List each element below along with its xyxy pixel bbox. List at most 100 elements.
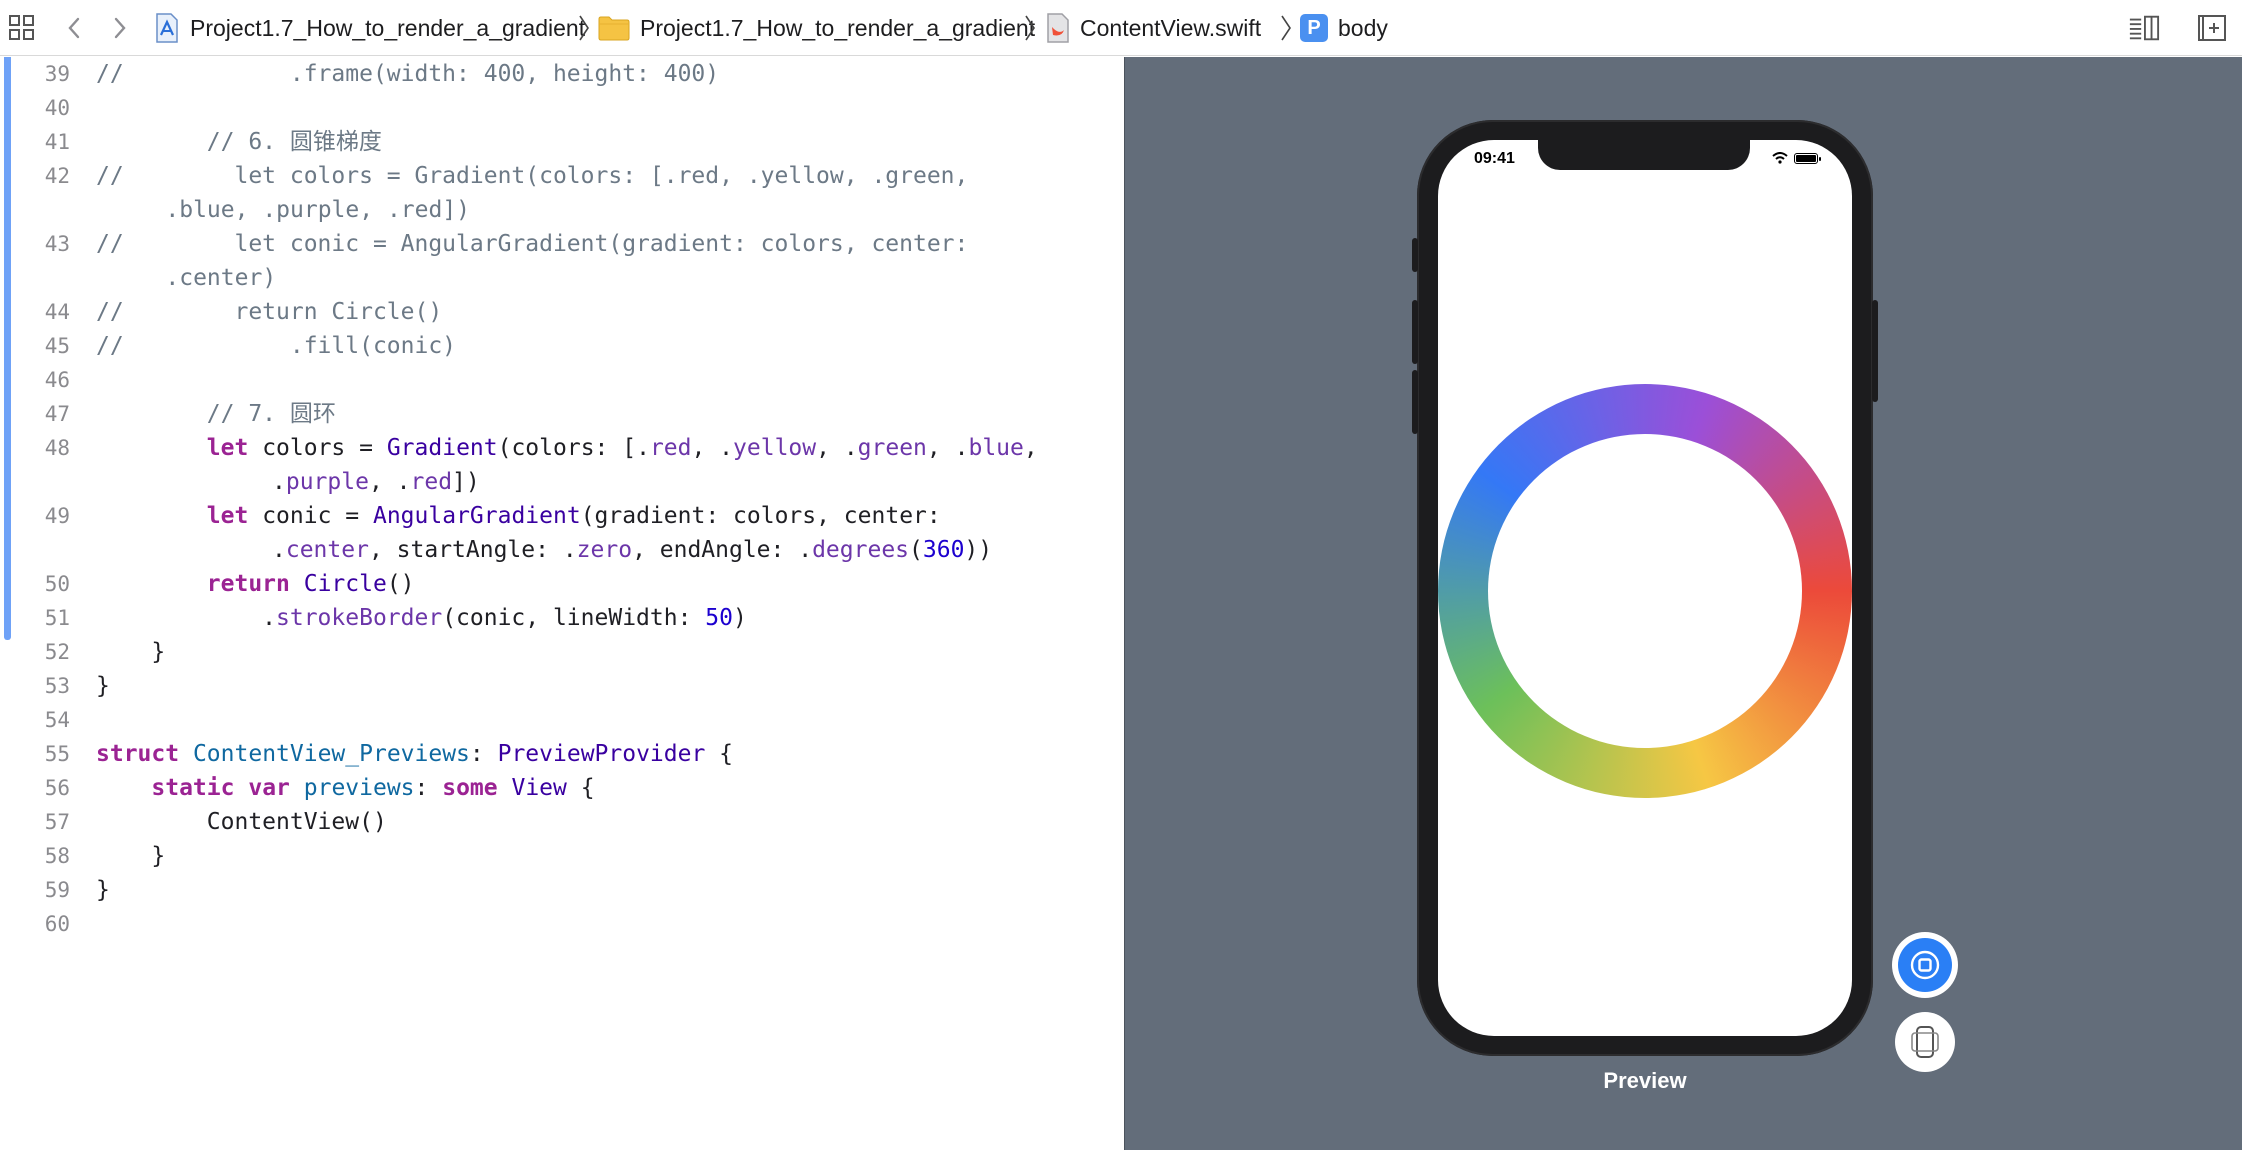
property-badge: P: [1300, 14, 1328, 42]
volume-down-button: [1412, 370, 1418, 434]
breadcrumb-folder[interactable]: Project1.7_How_to_render_a_gradient: [598, 0, 1035, 56]
code-line: 39 // .frame(width: 400, height: 400): [0, 57, 1124, 91]
code-line: 58 }: [0, 839, 1124, 873]
code-text: let colors = Gradient(colors: [.red, .ye…: [206, 435, 1038, 461]
code-line: 57 ContentView(): [0, 805, 1124, 839]
line-number: 42: [44, 164, 70, 188]
code-line: 44 // return Circle(): [0, 295, 1124, 329]
ring-hole: [1488, 434, 1802, 748]
code-line: 60: [0, 907, 1124, 941]
device-screen: 09:41: [1438, 140, 1852, 1036]
related-items-icon[interactable]: [6, 12, 38, 44]
code-line-wrap: .center): [0, 261, 1124, 295]
code-line: 43 // let conic = AngularGradient(gradien…: [0, 227, 1124, 261]
side-button: [1872, 300, 1878, 402]
line-number: 53: [44, 674, 70, 698]
notch: [1538, 140, 1750, 170]
code-line: 59}: [0, 873, 1124, 907]
code-text: return Circle(): [206, 571, 415, 597]
code-text: .center, startAngle: .zero, endAngle: .d…: [272, 537, 993, 563]
battery-icon: [1794, 152, 1821, 164]
code-text: // 7. 圆环: [96, 401, 336, 427]
line-number: 57: [44, 810, 70, 834]
editor-options-icon[interactable]: [2128, 12, 2160, 44]
status-icons: [1772, 152, 1821, 164]
line-number: 41: [44, 130, 70, 154]
code-line: 53}: [0, 669, 1124, 703]
code-text: // return Circle(): [96, 299, 443, 325]
code-text: }: [96, 877, 110, 903]
code-text: // 6. 圆锥梯度: [96, 129, 382, 155]
line-number: 50: [44, 572, 70, 596]
status-time: 09:41: [1474, 150, 1515, 167]
code-line-wrap: .center, startAngle: .zero, endAngle: .d…: [0, 533, 1124, 567]
code-line: 49 let conic = AngularGradient(gradient:…: [0, 499, 1124, 533]
line-number: 39: [44, 62, 70, 86]
line-number: 54: [44, 708, 70, 732]
add-editor-icon[interactable]: [2196, 12, 2228, 44]
chevron-right-icon: [1281, 15, 1291, 41]
code-text: .blue, .purple, .red]): [110, 197, 471, 223]
breadcrumb-folder-label: Project1.7_How_to_render_a_gradient: [640, 14, 1036, 41]
preview-label: Preview: [1603, 1068, 1687, 1093]
jump-bar: Project1.7_How_to_render_a_gradient Proj…: [0, 0, 2242, 56]
chevron-right-icon: [579, 15, 589, 41]
line-number: 43: [44, 232, 70, 256]
line-number: 40: [44, 96, 70, 120]
code-line: 42 // let colors = Gradient(colors: [.red…: [0, 159, 1124, 193]
code-text: static var previews: some View {: [151, 775, 595, 801]
code-text: struct ContentView_Previews: PreviewProv…: [96, 741, 734, 767]
code-text: .purple, .red]): [272, 469, 480, 495]
code-line: 50 return Circle(): [0, 567, 1124, 601]
code-text: // let conic = AngularGradient(gradient:…: [96, 231, 969, 257]
line-number: 59: [44, 878, 70, 902]
device-settings-button[interactable]: [1895, 1012, 1955, 1072]
live-preview-button[interactable]: [1892, 932, 1958, 998]
breadcrumb-project[interactable]: Project1.7_How_to_render_a_gradient: [154, 0, 585, 56]
code-text: }: [96, 673, 110, 699]
code-line: 55 struct ContentView_Previews: PreviewPr…: [0, 737, 1124, 771]
line-number: 49: [44, 504, 70, 528]
code-text: // .fill(conic): [96, 333, 457, 359]
breadcrumb-symbol[interactable]: P body: [1300, 0, 1388, 56]
code-line: 47 // 7. 圆环: [0, 397, 1124, 431]
forward-arrow-icon[interactable]: [104, 12, 136, 44]
code-text: let conic = AngularGradient(gradient: co…: [206, 503, 941, 529]
gradient-ring: [1438, 384, 1852, 798]
live-preview-icon: [1910, 950, 1940, 980]
breadcrumb-symbol-label: body: [1338, 14, 1388, 41]
volume-up-button: [1412, 300, 1418, 364]
xcode-project-icon: [154, 13, 180, 43]
code-line: 41 // 6. 圆锥梯度: [0, 125, 1124, 159]
code-line: 52 }: [0, 635, 1124, 669]
code-line: 48 let colors = Gradient(colors: [.red, …: [0, 431, 1124, 465]
line-number: 51: [44, 606, 70, 630]
chevron-right-icon: [1025, 15, 1035, 41]
swift-file-icon: [1046, 13, 1070, 43]
folder-icon: [598, 15, 630, 41]
line-number: 45: [44, 334, 70, 358]
breadcrumb-file[interactable]: ContentView.swift: [1046, 0, 1261, 56]
line-number: 58: [44, 844, 70, 868]
line-number: 52: [44, 640, 70, 664]
line-number: 55: [44, 742, 70, 766]
silent-switch: [1412, 238, 1418, 272]
line-number: 48: [44, 436, 70, 460]
line-number: 46: [44, 368, 70, 392]
code-text: }: [96, 639, 166, 665]
code-line: 54: [0, 703, 1124, 737]
wifi-icon: [1772, 152, 1788, 164]
code-line: 56 static var previews: some View {: [0, 771, 1124, 805]
device-icon: [1911, 1026, 1939, 1058]
code-text: // .frame(width: 400, height: 400): [96, 61, 720, 87]
code-text: }: [96, 843, 166, 869]
line-number: 56: [44, 776, 70, 800]
code-line-wrap: .purple, .red]): [0, 465, 1124, 499]
code-text: .center): [110, 265, 277, 291]
code-line: 40: [0, 91, 1124, 125]
property-icon: P: [1300, 14, 1328, 42]
source-editor[interactable]: 39// .frame(width: 400, height: 400) 40 …: [0, 57, 1124, 1150]
back-arrow-icon[interactable]: [58, 12, 90, 44]
line-number: 44: [44, 300, 70, 324]
line-number: 47: [44, 402, 70, 426]
